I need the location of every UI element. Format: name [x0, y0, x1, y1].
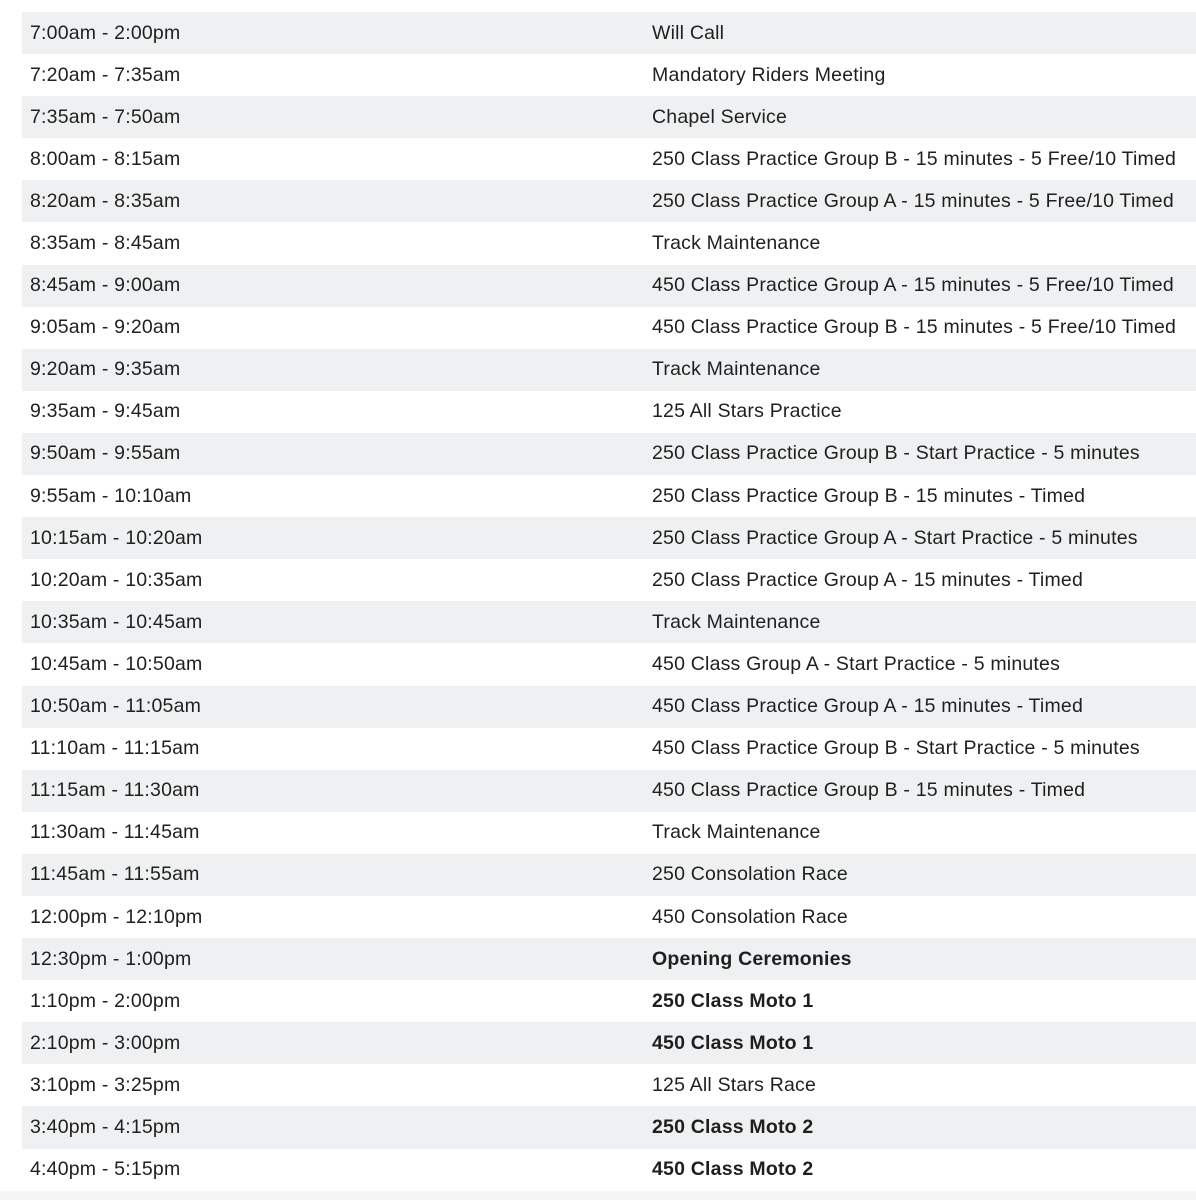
schedule-row: 11:15am - 11:30am 450 Class Practice Grou…: [22, 769, 1196, 812]
schedule-event: Track Maintenance: [652, 232, 821, 255]
schedule-time: 3:40pm - 4:15pm: [30, 1115, 181, 1138]
schedule-event: Will Call: [652, 21, 725, 44]
schedule-event: 250 Class Moto 2: [652, 1115, 814, 1138]
schedule-event: Mandatory Riders Meeting: [652, 63, 886, 86]
schedule-row: 3:10pm - 3:25pm 125 All Stars Race: [22, 1064, 1196, 1107]
schedule-row: 8:45am - 9:00am 450 Class Practice Group …: [22, 264, 1196, 307]
schedule-event: 250 Class Practice Group A - 15 minutes …: [652, 568, 1084, 591]
schedule-row: 9:50am - 9:55am 250 Class Practice Group …: [22, 432, 1196, 476]
schedule-event: Track Maintenance: [652, 610, 821, 633]
schedule-row: 11:10am - 11:15am 450 Class Practice Grou…: [22, 727, 1196, 770]
schedule-row: 7:00am - 2:00pm Will Call: [22, 12, 1196, 55]
schedule-time: 12:00pm - 12:10pm: [30, 905, 203, 928]
schedule-event: 250 Class Practice Group B - 15 minutes …: [652, 147, 1177, 170]
schedule-row: 12:30pm - 1:00pm Opening Ceremonies: [22, 938, 1196, 981]
schedule-time: 11:30am - 11:45am: [30, 821, 200, 844]
schedule-time: 8:00am - 8:15am: [30, 147, 181, 170]
schedule-event: 250 Class Moto 1: [652, 989, 814, 1012]
schedule-event: 450 Class Practice Group A - 15 minutes …: [652, 695, 1084, 718]
schedule-time: 10:50am - 11:05am: [30, 695, 202, 718]
schedule-row: 8:00am - 8:15am 250 Class Practice Group …: [22, 138, 1196, 181]
schedule-event: 250 Consolation Race: [652, 863, 848, 886]
schedule-row: 10:35am - 10:45am Track Maintenance: [22, 601, 1196, 644]
schedule-event: 450 Class Moto 1: [652, 1031, 814, 1054]
schedule-time: 9:20am - 9:35am: [30, 358, 181, 381]
schedule-row: 1:10pm - 2:00pm 250 Class Moto 1: [22, 980, 1196, 1023]
schedule-body: 7:00am - 2:00pm Will Call 7:20am - 7:35am M…: [22, 12, 1196, 1191]
schedule-row: 3:40pm - 4:15pm 250 Class Moto 2: [22, 1106, 1196, 1149]
schedule-time: 9:55am - 10:10am: [30, 484, 192, 507]
schedule-row: 10:20am - 10:35am 250 Class Practice Grou…: [22, 559, 1196, 602]
schedule-event: 450 Class Practice Group B - 15 minutes …: [652, 779, 1086, 802]
schedule-row: 11:30am - 11:45am Track Maintenance: [22, 811, 1196, 854]
schedule-event: 250 Class Practice Group B - Start Pract…: [652, 442, 1140, 465]
schedule-row: 12:00pm - 12:10pm 450 Consolation Race: [22, 895, 1196, 939]
schedule-event: 125 All Stars Practice: [652, 400, 842, 423]
schedule-time: 8:45am - 9:00am: [30, 274, 181, 297]
schedule-row: 7:35am - 7:50am Chapel Service: [22, 96, 1196, 139]
schedule-time: 10:35am - 10:45am: [30, 610, 203, 633]
schedule-time: 7:00am - 2:00pm: [30, 21, 181, 44]
schedule-event: 450 Class Practice Group A - 15 minutes …: [652, 274, 1174, 297]
schedule-time: 10:15am - 10:20am: [30, 526, 203, 549]
schedule-time: 10:20am - 10:35am: [30, 568, 203, 591]
schedule-row: 10:50am - 11:05am 450 Class Practice Grou…: [22, 685, 1196, 728]
page-bottom-edge: [0, 1191, 1196, 1200]
schedule-time: 11:15am - 11:30am: [30, 779, 200, 802]
schedule-time: 4:40pm - 5:15pm: [30, 1158, 181, 1181]
schedule-time: 12:30pm - 1:00pm: [30, 947, 192, 970]
schedule-event: Opening Ceremonies: [652, 947, 852, 970]
schedule-event: 450 Class Group A - Start Practice - 5 m…: [652, 652, 1061, 675]
schedule-row: 11:45am - 11:55am 250 Consolation Race: [22, 853, 1196, 896]
schedule-time: 9:05am - 9:20am: [30, 316, 181, 339]
schedule-row: 10:15am - 10:20am 250 Class Practice Grou…: [22, 517, 1196, 560]
schedule-event: 125 All Stars Race: [652, 1073, 817, 1096]
schedule-row: 7:20am - 7:35am Mandatory Riders Meeting: [22, 54, 1196, 97]
schedule-event: Chapel Service: [652, 105, 788, 128]
schedule-event: 250 Class Practice Group A - 15 minutes …: [652, 189, 1174, 212]
schedule-row: 4:40pm - 5:15pm 450 Class Moto 2: [22, 1148, 1196, 1191]
schedule-event: Track Maintenance: [652, 358, 821, 381]
schedule-time: 9:50am - 9:55am: [30, 442, 181, 465]
schedule-time: 3:10pm - 3:25pm: [30, 1073, 181, 1096]
schedule-time: 8:20am - 8:35am: [30, 189, 181, 212]
schedule-row: 2:10pm - 3:00pm 450 Class Moto 1: [22, 1022, 1196, 1065]
schedule-row: 9:05am - 9:20am 450 Class Practice Group …: [22, 306, 1196, 349]
schedule-time: 11:45am - 11:55am: [30, 863, 200, 886]
schedule-event: 250 Class Practice Group A - Start Pract…: [652, 526, 1138, 549]
schedule-time: 2:10pm - 3:00pm: [30, 1031, 181, 1054]
schedule-table: 7:00am - 2:00pm Will Call 7:20am - 7:35am M…: [22, 12, 1196, 1191]
schedule-row: 10:45am - 10:50am 450 Class Group A - Sta…: [22, 643, 1196, 686]
schedule-time: 1:10pm - 2:00pm: [30, 989, 181, 1012]
schedule-row: 8:35am - 8:45am Track Maintenance: [22, 222, 1196, 265]
schedule-event: 450 Class Moto 2: [652, 1158, 814, 1181]
schedule-time: 11:10am - 11:15am: [30, 737, 200, 760]
schedule-event: 450 Consolation Race: [652, 905, 848, 928]
schedule-time: 10:45am - 10:50am: [30, 652, 203, 675]
schedule-time: 8:35am - 8:45am: [30, 232, 181, 255]
schedule-row: 8:20am - 8:35am 250 Class Practice Group …: [22, 180, 1196, 223]
schedule-row: 9:35am - 9:45am 125 All Stars Practice: [22, 390, 1196, 433]
schedule-time: 9:35am - 9:45am: [30, 400, 181, 423]
schedule-event: Track Maintenance: [652, 821, 821, 844]
schedule-time: 7:35am - 7:50am: [30, 105, 181, 128]
schedule-event: 450 Class Practice Group B - Start Pract…: [652, 737, 1140, 760]
schedule-event: 450 Class Practice Group B - 15 minutes …: [652, 316, 1177, 339]
schedule-row: 9:20am - 9:35am Track Maintenance: [22, 348, 1196, 391]
schedule-row: 9:55am - 10:10am 250 Class Practice Group…: [22, 475, 1196, 518]
schedule-time: 7:20am - 7:35am: [30, 63, 181, 86]
schedule-event: 250 Class Practice Group B - 15 minutes …: [652, 484, 1086, 507]
